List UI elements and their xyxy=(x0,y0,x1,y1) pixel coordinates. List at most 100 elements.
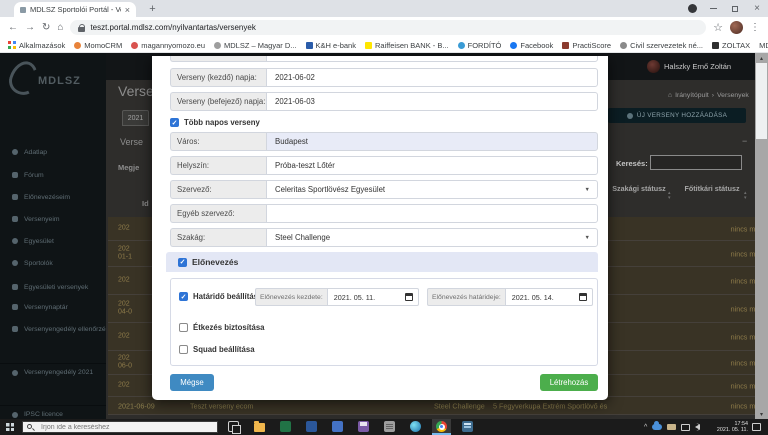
user-avatar[interactable] xyxy=(647,60,660,73)
word-icon[interactable] xyxy=(306,421,317,432)
sidebar: MDLSZ Adatlap Fórum Előnevezéseim Versen… xyxy=(0,53,106,419)
bookmark-star-icon[interactable]: ☆ xyxy=(713,21,723,34)
prereg-start-input[interactable]: 2021. 05. 11. xyxy=(326,288,419,306)
start-date-input[interactable]: 2021-06-02 xyxy=(266,68,598,87)
windows-start-icon[interactable] xyxy=(6,423,14,431)
page-scrollbar[interactable]: ▴ ▾ xyxy=(755,53,768,419)
bookmark-item[interactable]: MomoCRM xyxy=(74,41,122,50)
url-text[interactable]: teszt.portal.mdlsz.com/nyilvantartas/ver… xyxy=(90,23,255,32)
user-name[interactable]: Halszky Ernő Zoltán xyxy=(664,62,731,71)
calendar-icon[interactable] xyxy=(404,293,413,301)
venue-input[interactable]: Próba-teszt Lőtér xyxy=(266,156,598,175)
bookmark-item[interactable]: Raiffeisen BANK - B... xyxy=(364,41,449,50)
bookmark-item[interactable]: FORDÍTÓ xyxy=(457,41,501,50)
url-field[interactable]: teszt.portal.mdlsz.com/nyilvantartas/ver… xyxy=(70,20,707,35)
back-icon[interactable]: ← xyxy=(8,22,18,33)
other-organizer-input[interactable] xyxy=(266,204,598,223)
squad-label: Squad beállítása xyxy=(193,345,255,354)
panel-collapse-icon[interactable]: − xyxy=(742,136,747,146)
monitor-icon[interactable] xyxy=(681,423,691,431)
city-input[interactable]: Budapest xyxy=(266,132,598,151)
reload-icon[interactable]: ↻ xyxy=(42,22,50,33)
scrollbar-thumb[interactable] xyxy=(756,63,767,139)
bookmark-item[interactable]: Civil szervezetek né... xyxy=(620,41,703,50)
scroll-down-icon[interactable]: ▾ xyxy=(755,409,768,419)
sidebar-item-ipsc-licence[interactable]: IPSC licence xyxy=(0,405,106,419)
cancel-button[interactable]: Mégse xyxy=(170,374,214,391)
bookmark-item[interactable]: PractiScore xyxy=(562,41,611,50)
multiday-checkbox[interactable]: ✓ xyxy=(170,118,179,127)
chrome-update-icon[interactable] xyxy=(688,4,697,13)
taskbar-clock[interactable]: 17:54 2021. 05. 11. xyxy=(706,421,748,434)
sidebar-item-forum[interactable]: Fórum xyxy=(0,166,106,184)
field-label: Szervező: xyxy=(170,180,266,199)
sidebar-item-sportolok[interactable]: Sportolók xyxy=(0,254,106,272)
excel-icon[interactable] xyxy=(280,421,291,432)
browser-tab[interactable]: MDLSZ Sportolói Portál - Versen × xyxy=(14,2,136,17)
speaker-icon[interactable] xyxy=(695,423,701,431)
tray-chevron-icon[interactable]: ^ xyxy=(644,424,647,431)
chrome-icon[interactable] xyxy=(436,421,447,432)
meals-checkbox[interactable] xyxy=(179,323,188,332)
sidebar-item-versenyeim[interactable]: Versenyeim xyxy=(0,210,106,228)
archive-app-icon[interactable] xyxy=(384,421,395,432)
calendar-icon[interactable] xyxy=(578,293,587,301)
column-header-division-status[interactable]: Szakági státusz xyxy=(612,184,666,193)
sort-icon[interactable]: ▴ ▾ xyxy=(668,191,671,201)
bookmark-item[interactable]: K&H e-bank xyxy=(305,41,356,50)
sort-icon[interactable]: ▴ ▾ xyxy=(744,191,747,201)
sidebar-item-versenyengedely-2021[interactable]: Versenyengedély 2021 xyxy=(0,363,106,381)
scroll-up-icon[interactable]: ▴ xyxy=(755,53,768,63)
sidebar-item-elonevezeseim[interactable]: Előnevezéseim xyxy=(0,188,106,206)
edge-icon[interactable] xyxy=(410,421,421,432)
preregistration-checkbox[interactable]: ✓ xyxy=(178,257,187,267)
app-page: 202 nincs még jóváhagyva 20201-1 nincs m… xyxy=(0,53,768,419)
window-minimize-button[interactable] xyxy=(702,0,724,17)
text-input[interactable] xyxy=(266,56,598,62)
end-date-input[interactable]: 2021-06-03 xyxy=(266,92,598,111)
new-competition-modal: Verseny (kezdő) napja: 2021-06-02 Versen… xyxy=(152,56,608,400)
field-label: Verseny (befejező) napja: xyxy=(170,92,266,111)
division-select[interactable]: Steel Challenge ▼ xyxy=(266,228,598,247)
bookmark-item[interactable]: Facebook xyxy=(510,41,553,50)
action-center-icon[interactable] xyxy=(752,423,761,431)
tab-close-icon[interactable]: × xyxy=(125,5,130,15)
window-maximize-button[interactable] xyxy=(724,0,746,17)
sidebar-item-versenyengedely-ellenorzese[interactable]: Versenyengedély ellenőrzése xyxy=(0,320,106,338)
bookmark-item[interactable]: MDLSZ TESZT Spor... xyxy=(759,41,768,50)
breadcrumb-home[interactable]: Irányítópult xyxy=(675,92,709,99)
new-tab-button[interactable]: + xyxy=(146,2,159,15)
bookmark-apps[interactable]: Alkalmazások xyxy=(8,41,65,50)
squad-checkbox[interactable] xyxy=(179,345,188,354)
save-app-icon[interactable] xyxy=(358,421,369,432)
column-header-secretary-status[interactable]: Főtitkári státusz xyxy=(684,184,740,193)
organizer-select[interactable]: Celeritas Sportlövész Egyesület ▼ xyxy=(266,180,598,199)
task-view-icon[interactable] xyxy=(228,421,241,434)
prereg-deadline-input[interactable]: 2021. 05. 14. xyxy=(504,288,593,306)
onedrive-cloud-icon[interactable] xyxy=(652,421,663,430)
bookmark-item[interactable]: magannyomozo.eu xyxy=(131,41,205,50)
home-icon[interactable]: ⌂ xyxy=(57,22,63,33)
add-competition-button[interactable]: ÚJ VERSENY HOZZÁADÁSA xyxy=(608,108,746,123)
bookmark-item[interactable]: MDLSZ – Magyar D... xyxy=(214,41,297,50)
year-tab[interactable]: 2021 xyxy=(122,110,149,126)
taskbar-search-input[interactable] xyxy=(39,422,215,432)
sidebar-item-egyesuleti-versenyek[interactable]: Egyesületi versenyek xyxy=(0,278,106,296)
taskbar-search[interactable] xyxy=(22,421,218,433)
window-close-button[interactable]: × xyxy=(746,0,768,17)
table-search-input[interactable] xyxy=(650,155,742,170)
browser-menu-icon[interactable]: ⋮ xyxy=(750,22,760,33)
blue-app-icon[interactable] xyxy=(332,421,343,432)
file-explorer-icon[interactable] xyxy=(254,421,265,432)
sidebar-item-versenynaptar[interactable]: Versenynaptár xyxy=(0,298,106,316)
sidebar-item-egyesulet[interactable]: Egyesület xyxy=(0,232,106,250)
battery-icon[interactable] xyxy=(667,424,677,430)
sidebar-item-adatlap[interactable]: Adatlap xyxy=(0,143,106,161)
create-button[interactable]: Létrehozás xyxy=(540,374,598,391)
browser-profile-avatar[interactable] xyxy=(730,21,743,34)
deadline-checkbox[interactable]: ✓ xyxy=(179,292,188,301)
user-icon xyxy=(12,149,18,155)
forward-icon[interactable]: → xyxy=(25,22,35,33)
bookmark-item[interactable]: ZOLTAX xyxy=(712,41,750,50)
teal-app-icon[interactable] xyxy=(462,421,473,432)
